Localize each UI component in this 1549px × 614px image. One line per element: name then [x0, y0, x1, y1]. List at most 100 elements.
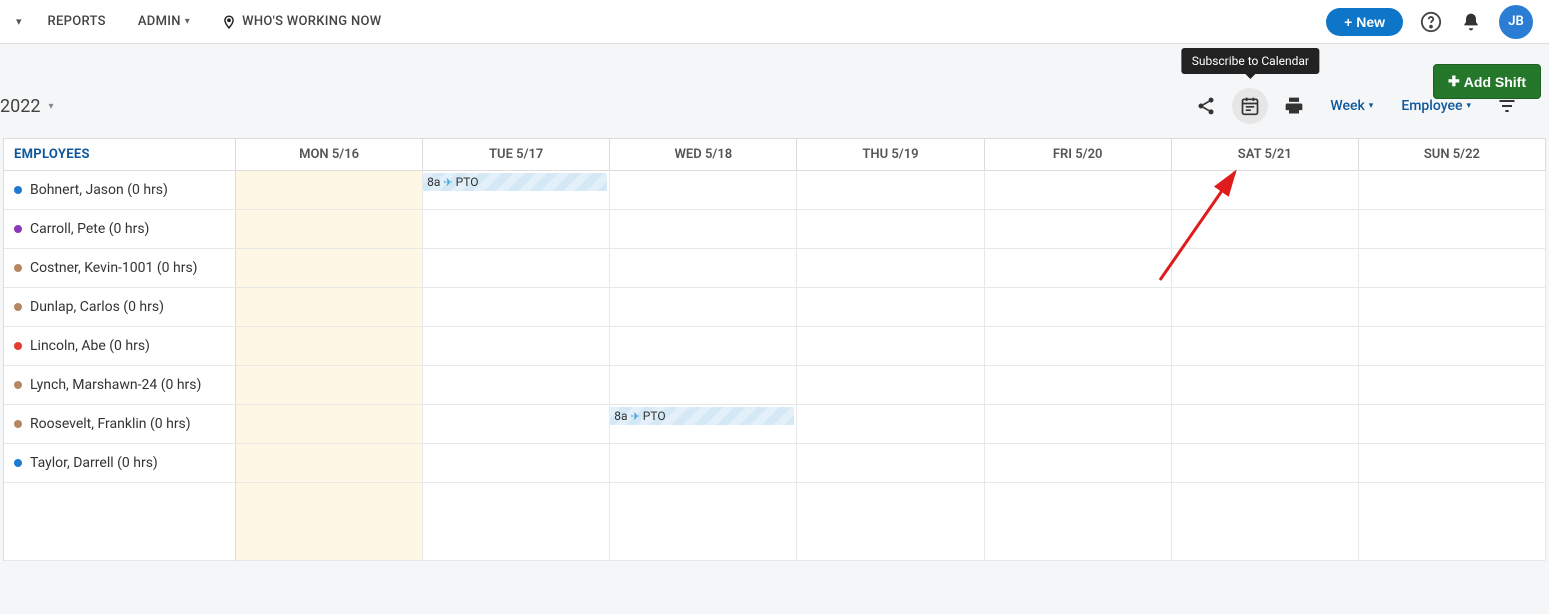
- timeframe-dropdown[interactable]: Week ▾: [1320, 98, 1383, 114]
- schedule-cell[interactable]: [1172, 327, 1359, 366]
- schedule-cell[interactable]: [1359, 444, 1546, 483]
- avatar[interactable]: JB: [1499, 5, 1533, 39]
- year-label: 2022: [0, 96, 40, 117]
- new-button[interactable]: + New: [1326, 8, 1403, 36]
- employee-name: Carroll, Pete (0 hrs): [30, 221, 149, 237]
- schedule-cell[interactable]: [236, 171, 423, 210]
- employee-name: Lynch, Marshawn-24 (0 hrs): [30, 377, 201, 393]
- schedule-cell[interactable]: [1172, 405, 1359, 444]
- nav-admin[interactable]: ADMIN ▾: [124, 0, 204, 44]
- nav-working-label: WHO'S WORKING NOW: [242, 14, 381, 29]
- schedule-cell[interactable]: [1172, 483, 1359, 561]
- schedule-cell[interactable]: [985, 288, 1172, 327]
- schedule-cell[interactable]: [610, 210, 797, 249]
- schedule-cell[interactable]: [423, 366, 610, 405]
- employees-header: EMPLOYEES: [4, 139, 236, 171]
- subscribe-calendar-icon[interactable]: Subscribe to Calendar: [1232, 88, 1268, 124]
- nav-admin-label: ADMIN: [138, 14, 181, 29]
- schedule-cell[interactable]: [610, 444, 797, 483]
- schedule-cell[interactable]: [423, 483, 610, 561]
- schedule-cell[interactable]: [1172, 249, 1359, 288]
- day-header: THU 5/19: [797, 139, 984, 171]
- employee-cell[interactable]: Lincoln, Abe (0 hrs): [4, 327, 236, 366]
- schedule-cell[interactable]: [1359, 171, 1546, 210]
- schedule-cell[interactable]: [610, 249, 797, 288]
- nav-working-now[interactable]: WHO'S WORKING NOW: [208, 0, 395, 44]
- employee-cell[interactable]: Taylor, Darrell (0 hrs): [4, 444, 236, 483]
- schedule-cell[interactable]: [797, 249, 984, 288]
- schedule-cell[interactable]: [797, 210, 984, 249]
- schedule-cell[interactable]: [423, 249, 610, 288]
- schedule-cell[interactable]: [1359, 249, 1546, 288]
- schedule-cell[interactable]: [423, 288, 610, 327]
- schedule-cell[interactable]: [985, 483, 1172, 561]
- schedule-cell[interactable]: [1172, 366, 1359, 405]
- schedule-cell[interactable]: [423, 444, 610, 483]
- plane-icon: ✈: [443, 176, 452, 189]
- shift-event[interactable]: 8a✈PTO: [423, 173, 607, 191]
- schedule-cell[interactable]: [797, 171, 984, 210]
- schedule-cell[interactable]: [610, 171, 797, 210]
- schedule-cell[interactable]: [610, 327, 797, 366]
- schedule-cell[interactable]: [797, 366, 984, 405]
- schedule-cell[interactable]: [797, 288, 984, 327]
- help-icon[interactable]: [1419, 10, 1443, 34]
- employee-cell[interactable]: Carroll, Pete (0 hrs): [4, 210, 236, 249]
- share-icon[interactable]: [1188, 88, 1224, 124]
- year-selector[interactable]: 2022 ▾: [0, 96, 54, 117]
- schedule-cell[interactable]: [1359, 288, 1546, 327]
- groupby-dropdown[interactable]: Employee ▾: [1391, 98, 1481, 114]
- schedule-cell[interactable]: [236, 327, 423, 366]
- employee-cell[interactable]: Dunlap, Carlos (0 hrs): [4, 288, 236, 327]
- schedule-cell[interactable]: [1359, 405, 1546, 444]
- schedule-cell[interactable]: [797, 483, 984, 561]
- employee-cell[interactable]: Lynch, Marshawn-24 (0 hrs): [4, 366, 236, 405]
- filter-icon[interactable]: [1489, 88, 1525, 124]
- top-navbar: ▾ REPORTS ADMIN ▾ WHO'S WORKING NOW + Ne…: [0, 0, 1549, 44]
- schedule-cell[interactable]: [236, 405, 423, 444]
- schedule-cell[interactable]: [236, 210, 423, 249]
- chevron-down-icon[interactable]: ▾: [16, 15, 30, 28]
- event-time: 8a: [614, 409, 627, 423]
- schedule-cell[interactable]: [985, 210, 1172, 249]
- schedule-cell[interactable]: [1172, 288, 1359, 327]
- employee-cell[interactable]: Roosevelt, Franklin (0 hrs): [4, 405, 236, 444]
- schedule-cell[interactable]: [797, 327, 984, 366]
- schedule-cell[interactable]: [423, 210, 610, 249]
- schedule-cell[interactable]: [423, 405, 610, 444]
- schedule-cell[interactable]: [797, 444, 984, 483]
- schedule-cell[interactable]: 8a✈PTO: [610, 405, 797, 444]
- schedule-cell[interactable]: [985, 327, 1172, 366]
- print-icon[interactable]: [1276, 88, 1312, 124]
- schedule-cell[interactable]: [1359, 483, 1546, 561]
- schedule-cell[interactable]: [985, 171, 1172, 210]
- schedule-cell[interactable]: [1359, 327, 1546, 366]
- schedule-cell[interactable]: [236, 483, 423, 561]
- employee-name: Costner, Kevin-1001 (0 hrs): [30, 260, 198, 276]
- schedule-cell[interactable]: [610, 483, 797, 561]
- schedule-cell[interactable]: [985, 444, 1172, 483]
- schedule-cell[interactable]: [236, 288, 423, 327]
- nav-reports[interactable]: REPORTS: [34, 0, 120, 44]
- schedule-cell[interactable]: [985, 366, 1172, 405]
- bell-icon[interactable]: [1459, 10, 1483, 34]
- schedule-cell[interactable]: [1172, 444, 1359, 483]
- employee-cell[interactable]: Costner, Kevin-1001 (0 hrs): [4, 249, 236, 288]
- schedule-cell[interactable]: [610, 288, 797, 327]
- schedule-cell[interactable]: [610, 366, 797, 405]
- schedule-cell[interactable]: [1359, 210, 1546, 249]
- employee-cell[interactable]: Bohnert, Jason (0 hrs): [4, 171, 236, 210]
- schedule-cell[interactable]: [797, 405, 984, 444]
- schedule-cell[interactable]: [236, 249, 423, 288]
- schedule-cell[interactable]: [236, 444, 423, 483]
- schedule-cell[interactable]: [985, 405, 1172, 444]
- schedule-cell[interactable]: 8a✈PTO: [423, 171, 610, 210]
- schedule-cell[interactable]: [423, 327, 610, 366]
- schedule-cell[interactable]: [1172, 210, 1359, 249]
- caret-down-icon: ▾: [48, 101, 53, 112]
- schedule-cell[interactable]: [1172, 171, 1359, 210]
- schedule-cell[interactable]: [236, 366, 423, 405]
- schedule-cell[interactable]: [1359, 366, 1546, 405]
- shift-event[interactable]: 8a✈PTO: [610, 407, 794, 425]
- schedule-cell[interactable]: [985, 249, 1172, 288]
